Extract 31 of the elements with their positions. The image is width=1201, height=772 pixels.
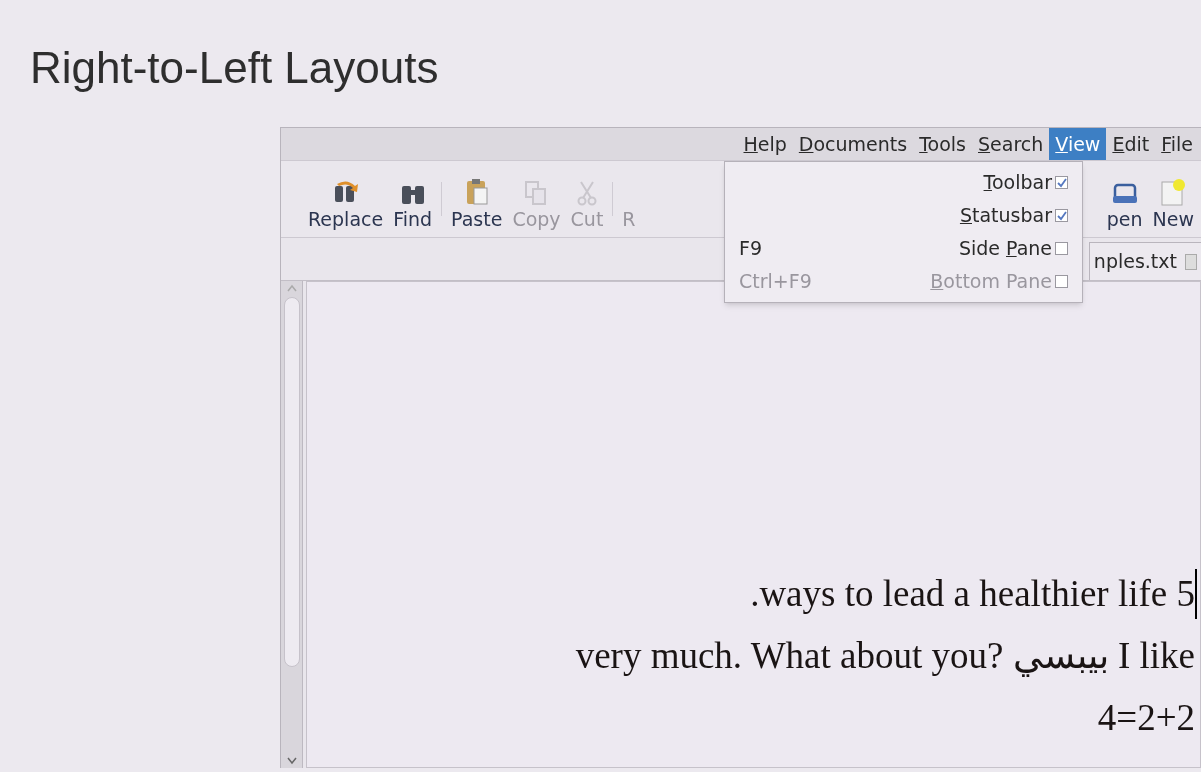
menu-option[interactable]: F9 Side Pane — [725, 232, 1082, 265]
scissors-icon — [575, 180, 598, 206]
copy-icon — [524, 180, 549, 206]
scrollbar[interactable] — [281, 281, 303, 768]
menu-item[interactable]: File — [1155, 128, 1199, 160]
menu-item[interactable]: Search — [972, 128, 1050, 160]
text-line: .ways to lead a healthier life 5 — [750, 572, 1195, 617]
menu-option[interactable]: Toolbar — [725, 166, 1082, 199]
toolbar-button[interactable]: Paste — [446, 169, 508, 229]
checkbox[interactable] — [1055, 209, 1068, 222]
toolbar-button[interactable]: Replace — [303, 169, 389, 229]
shortcut-label: F9 — [739, 236, 763, 262]
toolbar-button[interactable]: New — [1147, 169, 1199, 229]
new-document-icon — [1160, 178, 1187, 206]
menu-item[interactable]: Edit — [1106, 128, 1156, 160]
menu-item[interactable]: View — [1049, 128, 1107, 160]
text-line: very much. What about you? بيبسي I like — [575, 634, 1195, 679]
clipboard-icon — [464, 178, 489, 206]
menu-item[interactable]: Documents — [792, 128, 914, 160]
slide-title: Right-to-Left Layouts — [29, 42, 440, 94]
checkbox[interactable] — [1055, 176, 1068, 189]
checkbox[interactable] — [1055, 242, 1068, 255]
menu-option[interactable]: Statusbar — [725, 199, 1082, 232]
toolbar-button[interactable]: Find — [388, 169, 438, 229]
document-icon — [1185, 253, 1197, 270]
document-tab[interactable]: nples.txt — [1088, 242, 1201, 280]
menu-item[interactable]: Help — [737, 128, 793, 160]
toolbar-button[interactable]: pen — [1101, 169, 1148, 229]
text-line: 4=2+2 — [1097, 696, 1195, 741]
menu-item[interactable]: Tools — [913, 128, 972, 160]
tray-icon — [1110, 182, 1139, 206]
